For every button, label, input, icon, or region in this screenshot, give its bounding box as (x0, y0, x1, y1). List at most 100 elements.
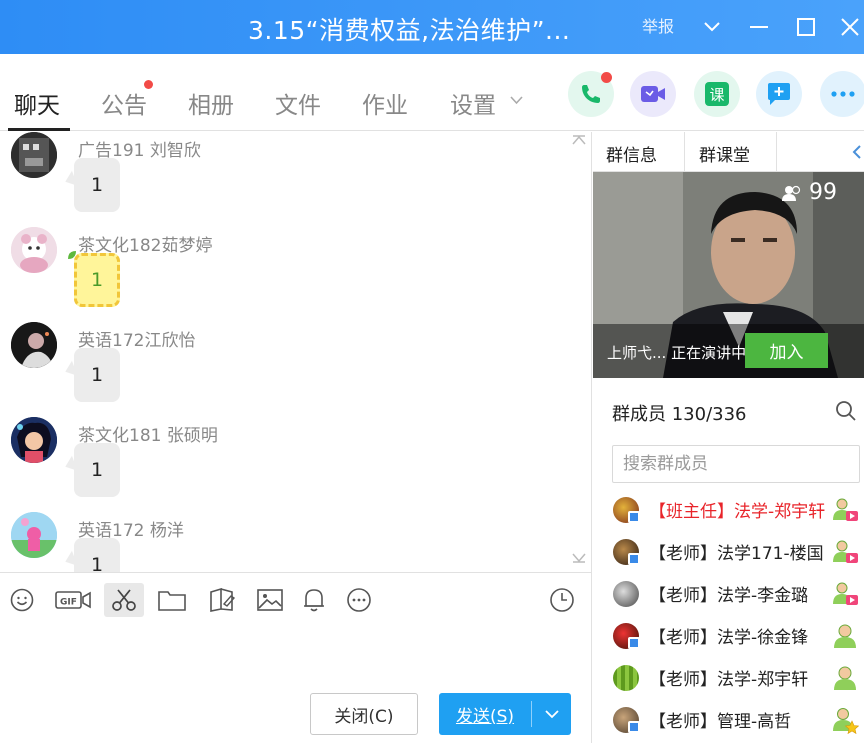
send-label: 发送(S) (455, 706, 515, 727)
member-name: 【老师】法学-徐金锋 (649, 628, 809, 648)
admin-star-icon (833, 708, 859, 734)
member-search-input[interactable] (613, 446, 859, 482)
tab-divider (776, 132, 777, 172)
avatar[interactable] (11, 227, 57, 273)
document-button[interactable] (204, 583, 240, 617)
teacher-icon (834, 624, 856, 648)
avatar[interactable] (11, 417, 57, 463)
device-badge-icon (628, 553, 640, 565)
image-icon (257, 589, 283, 611)
avatar[interactable] (11, 132, 57, 178)
tab-group-info[interactable]: 群信息 (606, 141, 657, 166)
bell-icon (304, 589, 324, 612)
tab-group-class[interactable]: 群课堂 (699, 141, 750, 166)
chat-message: 茶文化181 张硕明 1 (0, 417, 580, 512)
tab-album[interactable]: 相册 (188, 86, 234, 120)
screenshot-button[interactable] (104, 583, 144, 617)
search-icon[interactable] (835, 400, 857, 422)
collapse-panel-icon[interactable] (852, 145, 861, 159)
member-name: 【班主任】法学-郑宇轩 (649, 502, 825, 522)
notify-button[interactable] (296, 583, 332, 617)
report-link[interactable]: 举报 (642, 13, 674, 37)
teacher-live-icon (833, 582, 858, 605)
image-button[interactable] (252, 583, 288, 617)
send-options-button[interactable] (532, 709, 571, 719)
folder-icon (158, 591, 186, 611)
member-item[interactable]: 【班主任】法学-郑宇轩 (593, 488, 864, 528)
gif-button[interactable]: GIF (54, 583, 92, 617)
scissors-icon (112, 589, 136, 611)
member-item[interactable]: 【老师】法学171-楼国 (593, 530, 864, 570)
close-icon[interactable] (835, 12, 864, 42)
chevron-down-icon (544, 709, 559, 718)
member-name: 【老师】法学-李金璐 (649, 586, 809, 606)
group-side-panel: 群信息 群课堂 99 上师弋... 正在演讲中 加入 群成员 130/336 搜… (593, 132, 864, 743)
close-button[interactable]: 关闭(C) (310, 693, 418, 735)
emoji-button[interactable] (4, 583, 40, 617)
tab-announcement[interactable]: 公告 (101, 86, 147, 120)
member-search-box[interactable] (612, 445, 860, 483)
live-video-preview[interactable]: 99 上师弋... 正在演讲中 加入 (593, 172, 864, 378)
document-edit-icon (210, 588, 236, 612)
unread-dot (144, 80, 153, 89)
join-button[interactable]: 加入 (745, 333, 828, 368)
message-bubble[interactable]: 1 (74, 158, 120, 212)
more-icon (831, 91, 855, 97)
tab-divider (684, 132, 685, 172)
device-badge-icon (628, 511, 640, 523)
chat-message: 广告191 刘智欣 1 (0, 132, 580, 227)
emoji-icon (10, 588, 34, 612)
folder-button[interactable] (154, 583, 190, 617)
minimize-icon[interactable] (744, 12, 774, 42)
device-badge-icon (628, 637, 640, 649)
call-notification-dot (601, 72, 612, 83)
viewers-icon (782, 185, 801, 201)
more-tools-button[interactable] (341, 583, 377, 617)
phone-icon (582, 85, 600, 103)
class-icon: 课 (705, 82, 729, 106)
chat-message-list[interactable]: 广告191 刘智欣 1 茶文化182茹梦婷 1 英语172江欣怡 1 茶文化18… (0, 132, 592, 572)
svg-text:课: 课 (709, 86, 724, 104)
teacher-live-icon (833, 540, 858, 563)
compose-toolbar: GIF (0, 572, 592, 627)
title-bar: 3.15“消费权益,法治维护”... 举报 (0, 0, 864, 54)
send-button[interactable]: 发送(S) (439, 693, 571, 735)
avatar[interactable] (11, 512, 57, 558)
message-bubble[interactable]: 1 (74, 443, 120, 497)
window-title: 3.15“消费权益,法治维护”... (248, 16, 571, 45)
tab-chat[interactable]: 聊天 (14, 86, 60, 120)
live-status-text: 上师弋... 正在演讲中 (607, 344, 747, 362)
tab-homework[interactable]: 作业 (362, 86, 408, 120)
scroll-down-icon[interactable] (572, 552, 586, 568)
maximize-icon[interactable] (791, 12, 821, 42)
history-button[interactable] (544, 583, 580, 617)
more-circle-icon (347, 588, 371, 612)
video-call-button[interactable] (630, 71, 676, 117)
side-tab-bar: 群信息 群课堂 (593, 132, 864, 172)
chat-add-icon (768, 83, 790, 105)
member-item[interactable]: 【老师】法学-郑宇轩 (593, 656, 864, 696)
svg-text:GIF: GIF (60, 598, 77, 608)
tab-files[interactable]: 文件 (275, 86, 321, 120)
chevron-down-icon[interactable] (697, 12, 727, 42)
member-item[interactable]: 【老师】法学-李金璐 (593, 572, 864, 612)
member-item[interactable]: 【老师】管理-高哲 (593, 698, 864, 738)
viewer-count: 99 (809, 180, 837, 205)
chat-message: 茶文化182茹梦婷 1 (0, 227, 580, 322)
active-tab-indicator (8, 128, 70, 131)
message-bubble[interactable]: 1 (74, 538, 120, 572)
video-camera-icon (641, 86, 665, 102)
more-button[interactable] (820, 71, 864, 117)
avatar[interactable] (11, 322, 57, 368)
member-item[interactable]: 【老师】法学-徐金锋 (593, 614, 864, 654)
class-button[interactable]: 课 (694, 71, 740, 117)
teacher-icon (834, 666, 856, 690)
device-badge-icon (628, 721, 640, 733)
new-message-button[interactable] (756, 71, 802, 117)
message-bubble-special[interactable]: 1 (74, 253, 120, 307)
clock-icon (550, 588, 574, 612)
message-bubble[interactable]: 1 (74, 348, 120, 402)
tab-settings[interactable]: 设置 (450, 86, 496, 120)
chat-message: 英语172江欣怡 1 (0, 322, 580, 417)
settings-chevron-icon (510, 96, 523, 105)
